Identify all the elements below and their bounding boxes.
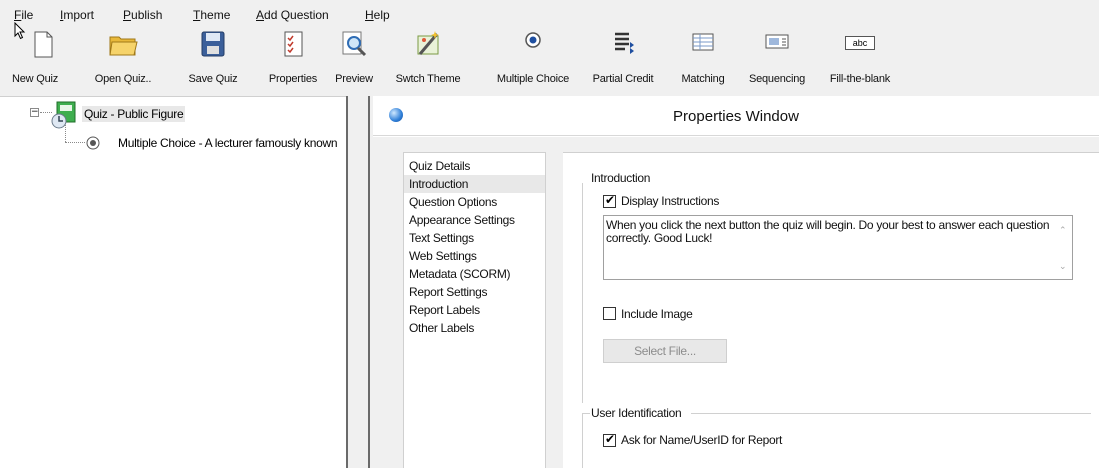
mouse-pointer-icon	[14, 22, 26, 40]
checklist-icon	[284, 31, 303, 57]
switch-theme-button[interactable]: Swtch Theme	[388, 28, 468, 94]
tree-node-quiz[interactable]: − Quiz - Public Figure	[0, 101, 346, 129]
quiz-maker-window: File Import Publish Theme Add Question H…	[0, 0, 1099, 468]
properties-body: Quiz Details Introduction Question Optio…	[373, 137, 1099, 468]
sequencing-button[interactable]: Sequencing	[740, 28, 814, 94]
sequence-icon	[765, 34, 789, 49]
group-border	[582, 183, 583, 403]
instructions-textarea[interactable]: When you click the next button the quiz …	[603, 215, 1073, 280]
instructions-text: When you click the next button the quiz …	[606, 218, 1050, 245]
nav-item-web-settings[interactable]: Web Settings	[404, 247, 545, 265]
user-identification-group-label: User Identification	[591, 406, 686, 420]
switch-theme-label: Swtch Theme	[395, 73, 461, 85]
folder-icon	[109, 36, 138, 56]
select-file-button[interactable]: Select File...	[603, 339, 727, 363]
display-instructions-checkbox[interactable]	[603, 193, 616, 208]
group-border	[582, 413, 590, 414]
properties-header: Properties Window	[373, 96, 1099, 136]
quiz-icon	[51, 101, 76, 129]
nav-item-report-labels[interactable]: Report Labels	[404, 301, 545, 319]
partial-credit-button[interactable]: Partial Credit	[588, 28, 658, 94]
scroll-up-icon[interactable]: ⌃	[1059, 224, 1067, 237]
menu-bar: File Import Publish Theme Add Question H…	[0, 0, 1099, 26]
group-border	[691, 413, 1091, 414]
scroll-down-icon[interactable]: ⌄	[1059, 260, 1067, 273]
nav-item-metadata-scorm[interactable]: Metadata (SCORM)	[404, 265, 545, 283]
group-border	[582, 413, 583, 468]
toolbar: New Quiz Open Quiz.. Save Quiz Propertie…	[0, 26, 1099, 96]
nav-item-question-options[interactable]: Question Options	[404, 193, 545, 211]
introduction-group-label: Introduction	[591, 171, 655, 185]
text-field-icon: abc	[845, 36, 875, 50]
open-quiz-label: Open Quiz..	[94, 73, 152, 85]
save-quiz-label: Save Quiz	[188, 73, 238, 85]
matching-label: Matching	[681, 73, 725, 85]
tree-node-question[interactable]: Multiple Choice - A lecturer famously kn…	[0, 135, 346, 159]
properties-label: Properties	[268, 73, 318, 85]
table-icon	[692, 33, 714, 51]
nav-item-report-settings[interactable]: Report Settings	[404, 283, 545, 301]
matching-button[interactable]: Matching	[672, 28, 734, 94]
save-quiz-button[interactable]: Save Quiz	[178, 28, 248, 94]
nav-item-quiz-details[interactable]: Quiz Details	[404, 157, 545, 175]
preview-label: Preview	[335, 73, 373, 85]
splitter-edge	[368, 96, 370, 468]
magic-wand-icon	[417, 31, 439, 55]
include-image-label: Include Image	[621, 307, 693, 321]
properties-window: Properties Window Quiz Details Introduct…	[373, 96, 1099, 468]
fill-the-blank-label: Fill-the-blank	[829, 73, 891, 85]
menu-theme[interactable]: Theme	[193, 8, 230, 22]
ask-name-checkbox[interactable]	[603, 432, 616, 447]
tree-root-label: Quiz - Public Figure	[82, 106, 186, 122]
properties-button[interactable]: Properties	[258, 28, 328, 94]
radio-button-icon	[86, 136, 100, 150]
nav-item-text-settings[interactable]: Text Settings	[404, 229, 545, 247]
multiple-choice-button[interactable]: Multiple Choice	[486, 28, 580, 94]
collapse-toggle-icon[interactable]: −	[30, 108, 39, 117]
magnifier-icon	[342, 31, 367, 57]
tree-question-label: Multiple Choice - A lecturer famously kn…	[118, 136, 338, 150]
properties-title: Properties Window	[673, 108, 799, 125]
textarea-scrollbar[interactable]: ⌃ ⌄	[1055, 216, 1072, 279]
menu-help[interactable]: Help	[365, 8, 390, 22]
preview-button[interactable]: Preview	[330, 28, 378, 94]
menu-file[interactable]: File	[14, 8, 33, 22]
multiple-choice-label: Multiple Choice	[496, 73, 570, 85]
ask-name-label: Ask for Name/UserID for Report	[621, 433, 783, 447]
display-instructions-label: Display Instructions	[621, 194, 720, 208]
tree-connector	[65, 142, 85, 143]
floppy-disk-icon	[201, 31, 225, 57]
introduction-settings-panel: Introduction Display Instructions When y…	[563, 152, 1099, 468]
fill-the-blank-button[interactable]: abc Fill-the-blank	[822, 28, 898, 94]
properties-nav-list: Quiz Details Introduction Question Optio…	[403, 152, 546, 468]
splitter-edge	[346, 96, 348, 468]
radio-button-icon	[525, 32, 541, 48]
include-image-checkbox[interactable]	[603, 307, 616, 320]
nav-item-other-labels[interactable]: Other Labels	[404, 319, 545, 337]
menu-publish[interactable]: Publish	[123, 8, 162, 22]
open-quiz-button[interactable]: Open Quiz..	[88, 28, 158, 94]
sequencing-label: Sequencing	[748, 73, 806, 85]
partial-credit-label: Partial Credit	[592, 73, 654, 85]
nav-item-introduction[interactable]: Introduction	[404, 175, 545, 193]
menu-add-question[interactable]: Add Question	[256, 8, 329, 22]
menu-import[interactable]: Import	[60, 8, 94, 22]
nav-item-appearance-settings[interactable]: Appearance Settings	[404, 211, 545, 229]
new-quiz-label: New Quiz	[12, 73, 59, 85]
new-document-icon	[34, 31, 53, 58]
quiz-tree: − Quiz - Public Figure Multiple Choice -…	[0, 96, 346, 468]
list-arrows-icon	[615, 32, 634, 54]
pane-splitter[interactable]	[346, 96, 372, 468]
